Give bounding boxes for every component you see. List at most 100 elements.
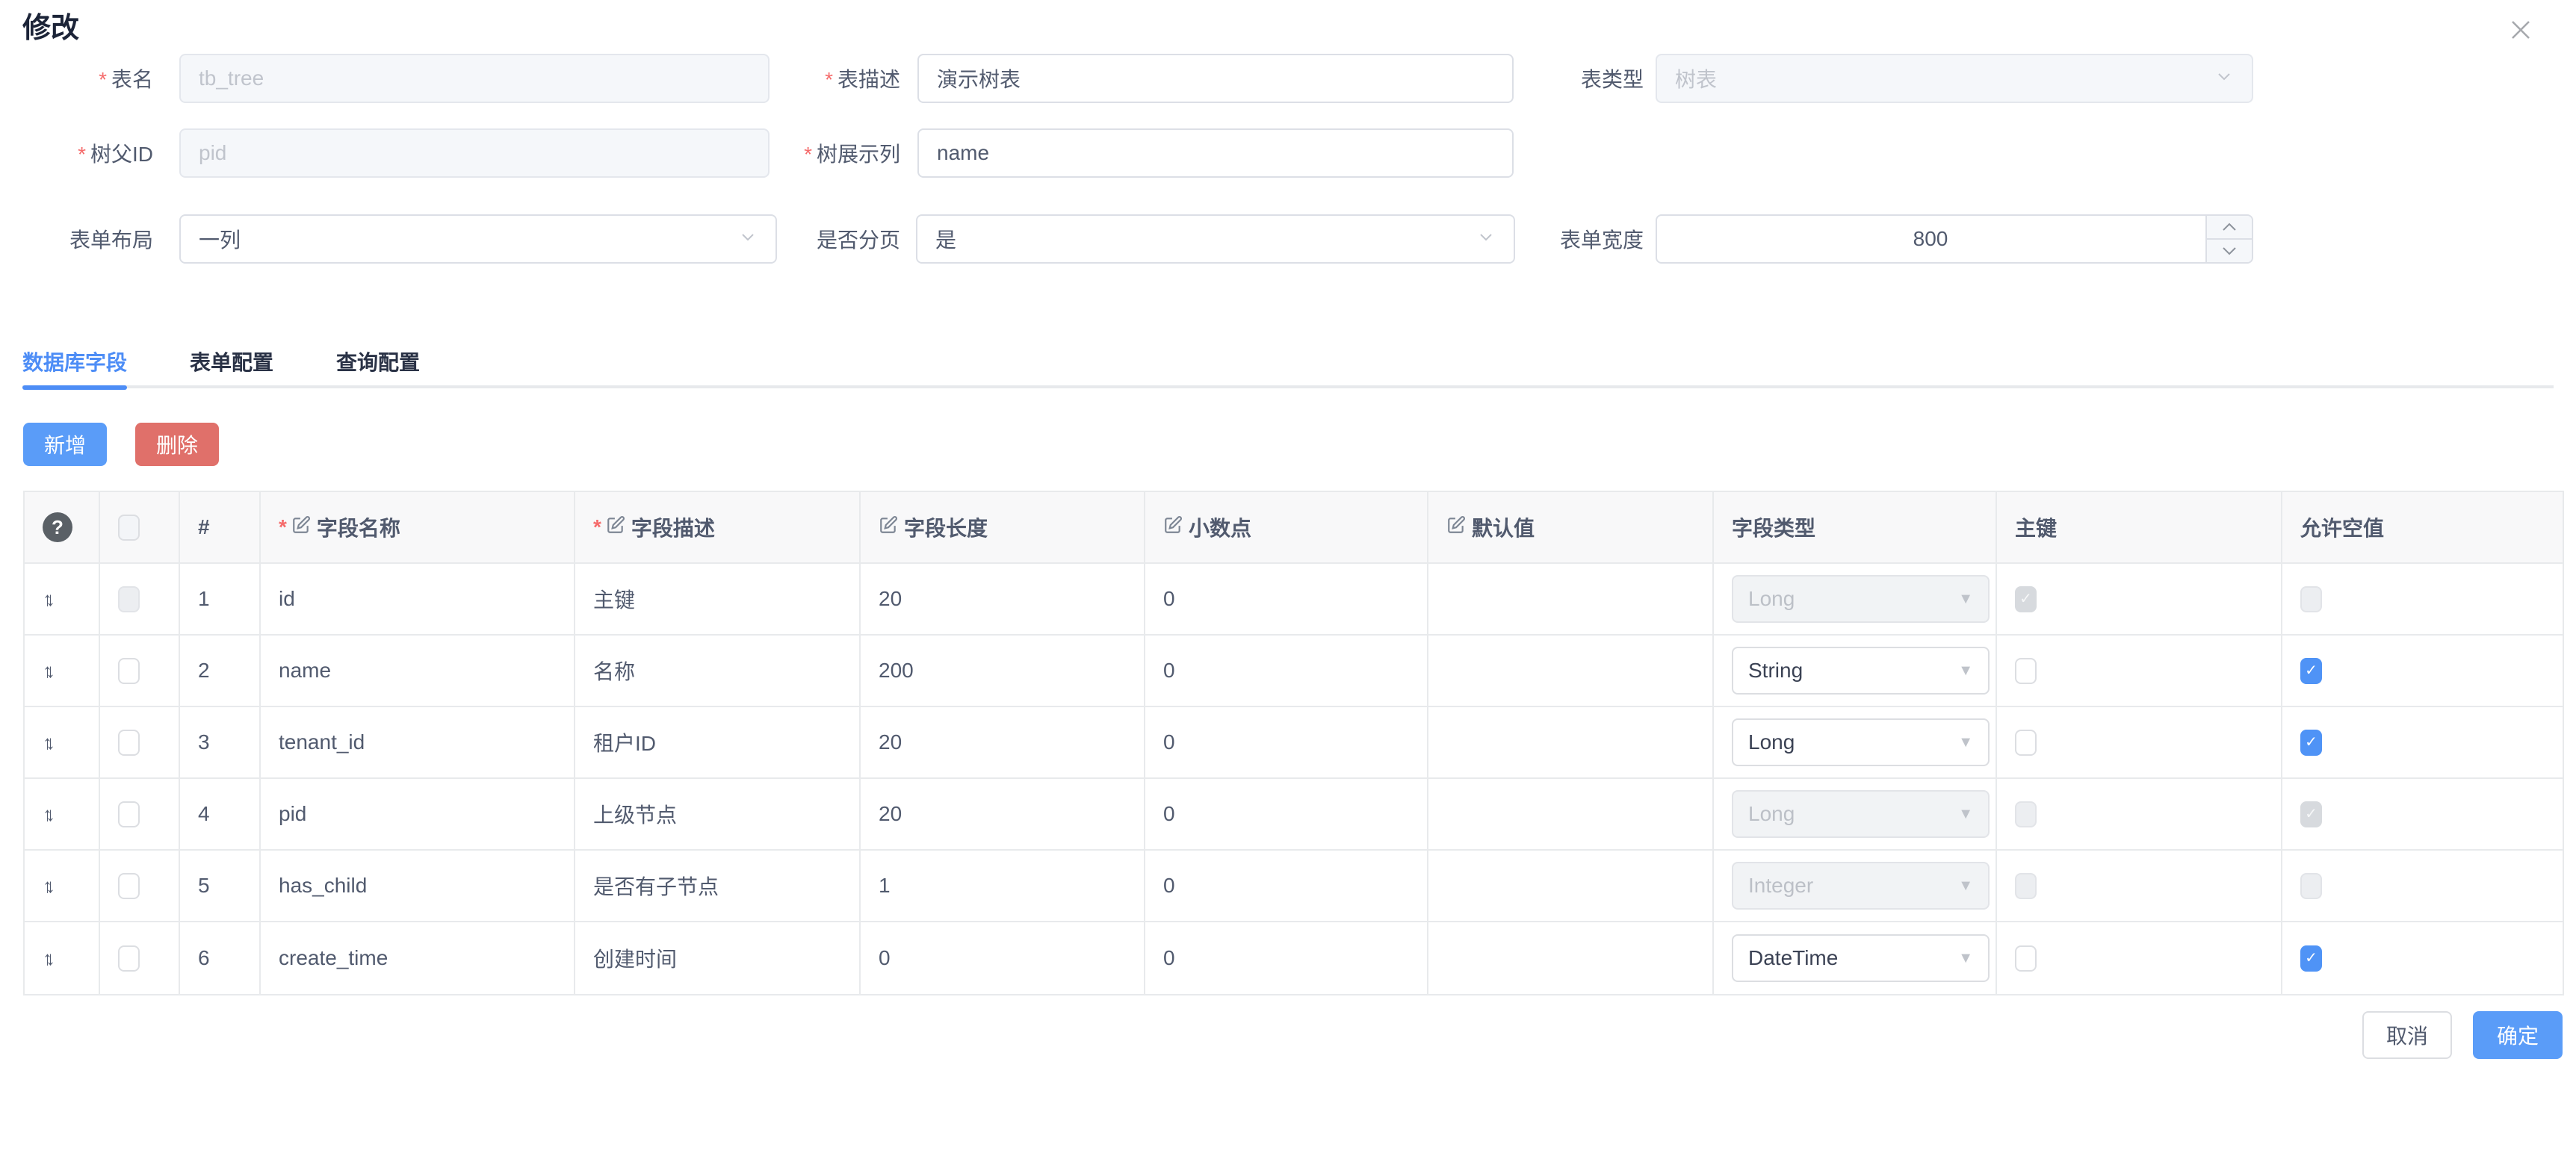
field-desc-cell[interactable]: 是否有子节点: [575, 851, 861, 921]
primary-key-checkbox[interactable]: ✓: [2015, 945, 2037, 972]
primary-key-checkbox[interactable]: ✓: [2015, 586, 2037, 612]
default-value-cell[interactable]: [1428, 779, 1714, 849]
row-index: 6: [180, 922, 261, 994]
chevron-down-icon: [2214, 66, 2234, 91]
field-length-cell[interactable]: 200: [861, 636, 1145, 706]
tab-db-fields[interactable]: 数据库字段: [22, 338, 127, 385]
row-index: 4: [180, 779, 261, 849]
drag-sort-handle[interactable]: ↑↓: [43, 659, 55, 683]
field-type-select[interactable]: String▼: [1732, 647, 1990, 695]
form-layout-select[interactable]: 一列: [179, 214, 777, 264]
row-checkbox[interactable]: ✓: [118, 658, 140, 684]
field-name-cell[interactable]: name: [261, 636, 575, 706]
tab-query-config[interactable]: 查询配置: [336, 338, 420, 385]
caret-down-icon: ▼: [1958, 806, 1973, 823]
default-value-cell[interactable]: [1428, 636, 1714, 706]
tree-display-col-input[interactable]: [917, 128, 1514, 178]
drag-sort-handle[interactable]: ↑↓: [43, 947, 55, 970]
field-desc-cell[interactable]: 名称: [575, 636, 861, 706]
select-all-checkbox[interactable]: ✓: [118, 515, 140, 541]
allow-null-checkbox[interactable]: ✓: [2300, 801, 2322, 827]
close-icon[interactable]: [2504, 13, 2537, 46]
table-row: ↑↓ ✓ 3 tenant_id 租户ID 20 0 Long▼ ✓ ✓: [25, 707, 2563, 779]
primary-key-checkbox[interactable]: ✓: [2015, 873, 2037, 899]
drag-sort-handle[interactable]: ↑↓: [43, 803, 55, 826]
confirm-button[interactable]: 确定: [2473, 1011, 2563, 1059]
row-checkbox[interactable]: ✓: [118, 730, 140, 756]
field-name-cell[interactable]: has_child: [261, 851, 575, 921]
add-button[interactable]: 新增: [23, 423, 107, 466]
decimal-point-cell[interactable]: 0: [1145, 851, 1428, 921]
table-type-select[interactable]: 树表: [1656, 54, 2253, 103]
help-icon[interactable]: ?: [43, 512, 72, 542]
edit-icon: [879, 515, 898, 540]
field-name-cell[interactable]: id: [261, 564, 575, 634]
field-length-cell[interactable]: 20: [861, 564, 1145, 634]
default-value-cell[interactable]: [1428, 922, 1714, 994]
row-checkbox[interactable]: ✓: [118, 586, 140, 612]
decimal-point-cell[interactable]: 0: [1145, 564, 1428, 634]
field-length-cell[interactable]: 20: [861, 779, 1145, 849]
field-name-cell[interactable]: pid: [261, 779, 575, 849]
cancel-button[interactable]: 取消: [2362, 1011, 2452, 1059]
stepper-up-button[interactable]: [2207, 216, 2252, 240]
table-header-row: ? ✓ # *字段名称 *字段描述 字段长度 小数点 默认值 字段类型 主键 允…: [25, 492, 2563, 564]
default-value-cell[interactable]: [1428, 564, 1714, 634]
allow-null-checkbox[interactable]: ✓: [2300, 658, 2322, 684]
allow-null-checkbox[interactable]: ✓: [2300, 945, 2322, 972]
decimal-point-cell[interactable]: 0: [1145, 922, 1428, 994]
table-name-input[interactable]: [179, 54, 770, 103]
dialog-footer: 取消 确定: [2362, 1011, 2563, 1059]
table-toolbar: 新增 删除: [23, 423, 219, 466]
allow-null-checkbox[interactable]: ✓: [2300, 873, 2322, 899]
form-layout-label: 表单布局: [0, 224, 153, 254]
allow-null-checkbox[interactable]: ✓: [2300, 730, 2322, 756]
field-length-cell[interactable]: 20: [861, 707, 1145, 777]
drag-sort-handle[interactable]: ↑↓: [43, 875, 55, 898]
header-field-desc: *字段描述: [575, 492, 861, 562]
field-name-cell[interactable]: tenant_id: [261, 707, 575, 777]
primary-key-checkbox[interactable]: ✓: [2015, 801, 2037, 827]
edit-icon: [1446, 515, 1466, 540]
tree-parent-id-input[interactable]: [179, 128, 770, 178]
paginated-label: 是否分页: [747, 224, 900, 254]
field-length-cell[interactable]: 0: [861, 922, 1145, 994]
allow-null-checkbox[interactable]: ✓: [2300, 586, 2322, 612]
stepper-down-button[interactable]: [2207, 240, 2252, 262]
field-length-cell[interactable]: 1: [861, 851, 1145, 921]
form-width-value[interactable]: [1657, 216, 2252, 262]
paginated-select[interactable]: 是: [916, 214, 1515, 264]
default-value-cell[interactable]: [1428, 707, 1714, 777]
row-checkbox[interactable]: ✓: [118, 873, 140, 899]
tab-form-config[interactable]: 表单配置: [190, 338, 273, 385]
table-name-label: *表名: [0, 63, 153, 93]
form-item-table-type: 表类型 树表: [1485, 54, 2253, 103]
field-name-cell[interactable]: create_time: [261, 922, 575, 994]
table-row: ↑↓ ✓ 5 has_child 是否有子节点 1 0 Integer▼ ✓ ✓: [25, 851, 2563, 922]
primary-key-checkbox[interactable]: ✓: [2015, 658, 2037, 684]
decimal-point-cell[interactable]: 0: [1145, 707, 1428, 777]
field-type-select[interactable]: Integer▼: [1732, 862, 1990, 910]
field-desc-cell[interactable]: 主键: [575, 564, 861, 634]
table-row: ↑↓ ✓ 4 pid 上级节点 20 0 Long▼ ✓ ✓: [25, 779, 2563, 851]
primary-key-checkbox[interactable]: ✓: [2015, 730, 2037, 756]
field-type-select[interactable]: DateTime▼: [1732, 934, 1990, 982]
field-desc-cell[interactable]: 创建时间: [575, 922, 861, 994]
table-desc-input[interactable]: [917, 54, 1514, 103]
field-type-select[interactable]: Long▼: [1732, 718, 1990, 766]
field-type-select[interactable]: Long▼: [1732, 575, 1990, 623]
caret-down-icon: ▼: [1958, 950, 1973, 967]
row-checkbox[interactable]: ✓: [118, 945, 140, 972]
drag-sort-handle[interactable]: ↑↓: [43, 731, 55, 754]
edit-icon: [291, 515, 311, 540]
field-type-select[interactable]: Long▼: [1732, 790, 1990, 838]
row-checkbox[interactable]: ✓: [118, 801, 140, 827]
decimal-point-cell[interactable]: 0: [1145, 779, 1428, 849]
decimal-point-cell[interactable]: 0: [1145, 636, 1428, 706]
delete-button[interactable]: 删除: [135, 423, 219, 466]
field-desc-cell[interactable]: 上级节点: [575, 779, 861, 849]
drag-sort-handle[interactable]: ↑↓: [43, 588, 55, 611]
required-asterisk: *: [804, 143, 812, 166]
field-desc-cell[interactable]: 租户ID: [575, 707, 861, 777]
default-value-cell[interactable]: [1428, 851, 1714, 921]
